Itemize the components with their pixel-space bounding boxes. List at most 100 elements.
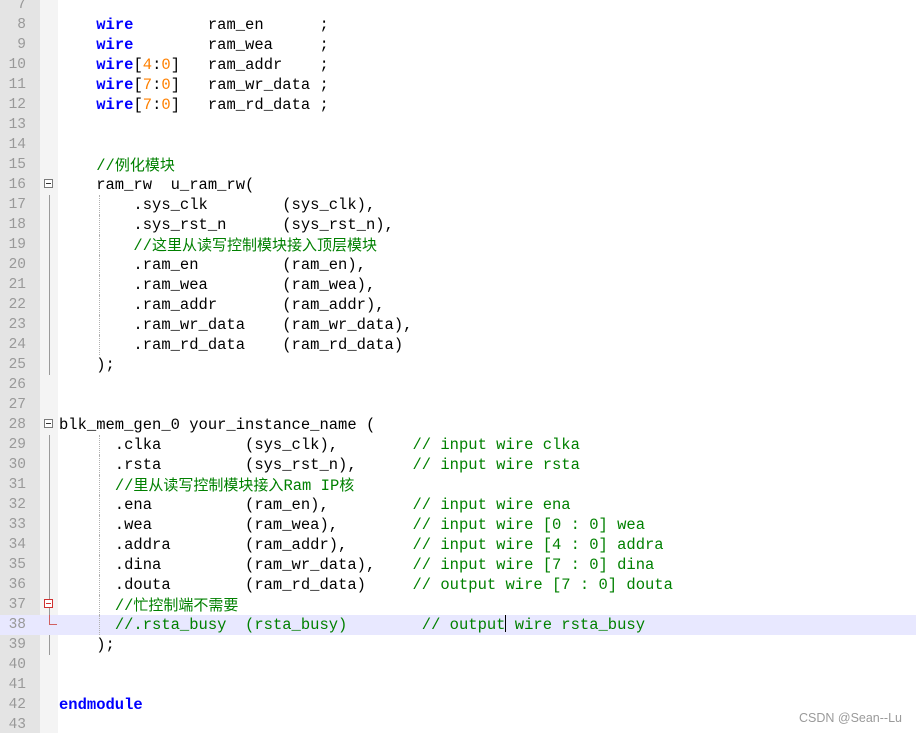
code-token: : [152,96,162,114]
code-text: wire[4:0] ram_addr ; [59,55,329,75]
code-token: .sys_clk (sys_clk), [59,196,376,214]
fold-toggle-icon[interactable] [44,179,53,188]
code-text: .sys_clk (sys_clk), [59,195,375,215]
code-text: .wea (ram_wea), // input wire [0 : 0] we… [59,515,645,535]
code-line[interactable]: 41 [0,675,916,695]
code-line[interactable]: 12 wire[7:0] ram_rd_data ; [0,95,916,115]
code-token: 忙控制端不需要 [133,596,239,614]
code-line[interactable]: 23 .ram_wr_data (ram_wr_data), [0,315,916,335]
code-line[interactable]: 27 [0,395,916,415]
code-line[interactable]: 21 .ram_wea (ram_wea), [0,275,916,295]
code-line[interactable]: 42 endmodule [0,695,916,715]
code-line[interactable]: 24 .ram_rd_data (ram_rd_data) [0,335,916,355]
code-line[interactable]: 8 wire ram_en ; [0,15,916,35]
code-line[interactable]: 39 ); [0,635,916,655]
fold-toggle-icon[interactable] [44,419,53,428]
code-line[interactable]: 31 //里从读写控制模块接入Ram IP核 [0,475,916,495]
code-line[interactable]: 25 ); [0,355,916,375]
code-token: // [133,237,153,255]
code-text: .ram_wea (ram_wea), [59,275,375,295]
fold-guide-line [49,215,50,235]
code-line[interactable]: 34 .addra (ram_addr), // input wire [4 :… [0,535,916,555]
code-line[interactable]: 28 blk_mem_gen_0 your_instance_name ( [0,415,916,435]
code-line[interactable]: 40 [0,655,916,675]
line-number: 17 [8,197,26,213]
code-token: wire [96,96,134,114]
code-line[interactable]: 18 .sys_rst_n (sys_rst_n), [0,215,916,235]
line-number: 21 [8,277,26,293]
code-token: wire [96,56,134,74]
code-text: .ram_wr_data (ram_wr_data), [59,315,412,335]
code-token: .ram_wea (ram_wea), [59,276,376,294]
code-token: ram_wea ; [133,36,329,54]
code-token: 4 [142,56,153,74]
code-line[interactable]: 26 [0,375,916,395]
code-line[interactable]: 17 .sys_clk (sys_clk), [0,195,916,215]
fold-guide-line [49,455,50,475]
code-text: .rsta (sys_rst_n), // input wire rsta [59,455,580,475]
code-token: blk_mem_gen_0 your_instance_name ( [59,416,376,434]
code-token: wire [96,36,134,54]
code-line[interactable]: 16 ram_rw u_ram_rw( [0,175,916,195]
code-line[interactable]: 7 [0,0,916,15]
fold-guide-line [49,195,50,215]
code-line[interactable]: 30 .rsta (sys_rst_n), // input wire rsta [0,455,916,475]
code-editor[interactable]: 78 wire ram_en ; 9 wire ram_wea ; 10 wire[… [0,0,916,735]
code-line[interactable]: 36 .douta (ram_rd_data) // output wire [… [0,575,916,595]
code-line[interactable]: 35 .dina (ram_wr_data), // input wire [7… [0,555,916,575]
code-token: ); [59,356,115,374]
code-text: .ram_addr (ram_addr), [59,295,384,315]
code-line[interactable]: 11 wire[7:0] ram_wr_data ; [0,75,916,95]
line-number: 31 [8,477,26,493]
line-number: 27 [8,397,26,413]
code-token: .ram_rd_data (ram_rd_data) [59,336,404,354]
code-token: // input wire clka [412,436,580,454]
code-token: 0 [161,96,171,114]
code-line[interactable]: 9 wire ram_wea ; [0,35,916,55]
code-line[interactable]: 33 .wea (ram_wea), // input wire [0 : 0]… [0,515,916,535]
code-text: .sys_rst_n (sys_rst_n), [59,215,393,235]
code-line[interactable]: 29 .clka (sys_clk), // input wire clka [0,435,916,455]
line-number: 10 [8,57,26,73]
code-text: .douta (ram_rd_data) // output wire [7 :… [59,575,673,595]
code-token: : [152,56,162,74]
code-token: Ram IP [283,477,340,495]
code-line[interactable]: 43 [0,715,916,735]
code-token: .dina (ram_wr_data), [59,556,413,574]
fold-toggle-icon[interactable] [44,599,53,608]
line-number: 11 [8,77,26,93]
code-token: 7 [142,76,153,94]
code-token: .ena (ram_en), [59,496,413,514]
code-token: // output wire [7 : 0] douta [412,576,673,594]
code-line[interactable]: 15 //例化模块 [0,155,916,175]
code-text: .dina (ram_wr_data), // input wire [7 : … [59,555,655,575]
line-number: 40 [8,657,26,673]
line-number: 35 [8,557,26,573]
code-line[interactable]: 10 wire[4:0] ram_addr ; [0,55,916,75]
code-token: 核 [339,476,355,494]
code-token: // input wire rsta [412,456,580,474]
fold-guide-line [49,435,50,455]
code-line[interactable]: 14 [0,135,916,155]
code-token: 7 [142,96,153,114]
code-token: // input wire [0 : 0] wea [412,516,646,534]
code-text: ); [59,635,115,655]
code-line[interactable]: 19 //这里从读写控制模块接入顶层模块 [0,235,916,255]
code-token: .wea (ram_wea), [59,516,413,534]
code-line[interactable]: 38 //.rsta_busy (rsta_busy) // output wi… [0,615,916,635]
code-token: .douta (ram_rd_data) [59,576,413,594]
code-line[interactable]: 37 //忙控制端不需要 [0,595,916,615]
code-token: 这里从读写控制模块接入顶层模块 [152,236,378,254]
code-text: ); [59,355,115,375]
code-line[interactable]: 20 .ram_en (ram_en), [0,255,916,275]
line-number: 29 [8,437,26,453]
code-line[interactable]: 13 [0,115,916,135]
code-line[interactable]: 22 .ram_addr (ram_addr), [0,295,916,315]
line-number: 12 [8,97,26,113]
code-line[interactable]: 32 .ena (ram_en), // input wire ena [0,495,916,515]
line-number: 23 [8,317,26,333]
